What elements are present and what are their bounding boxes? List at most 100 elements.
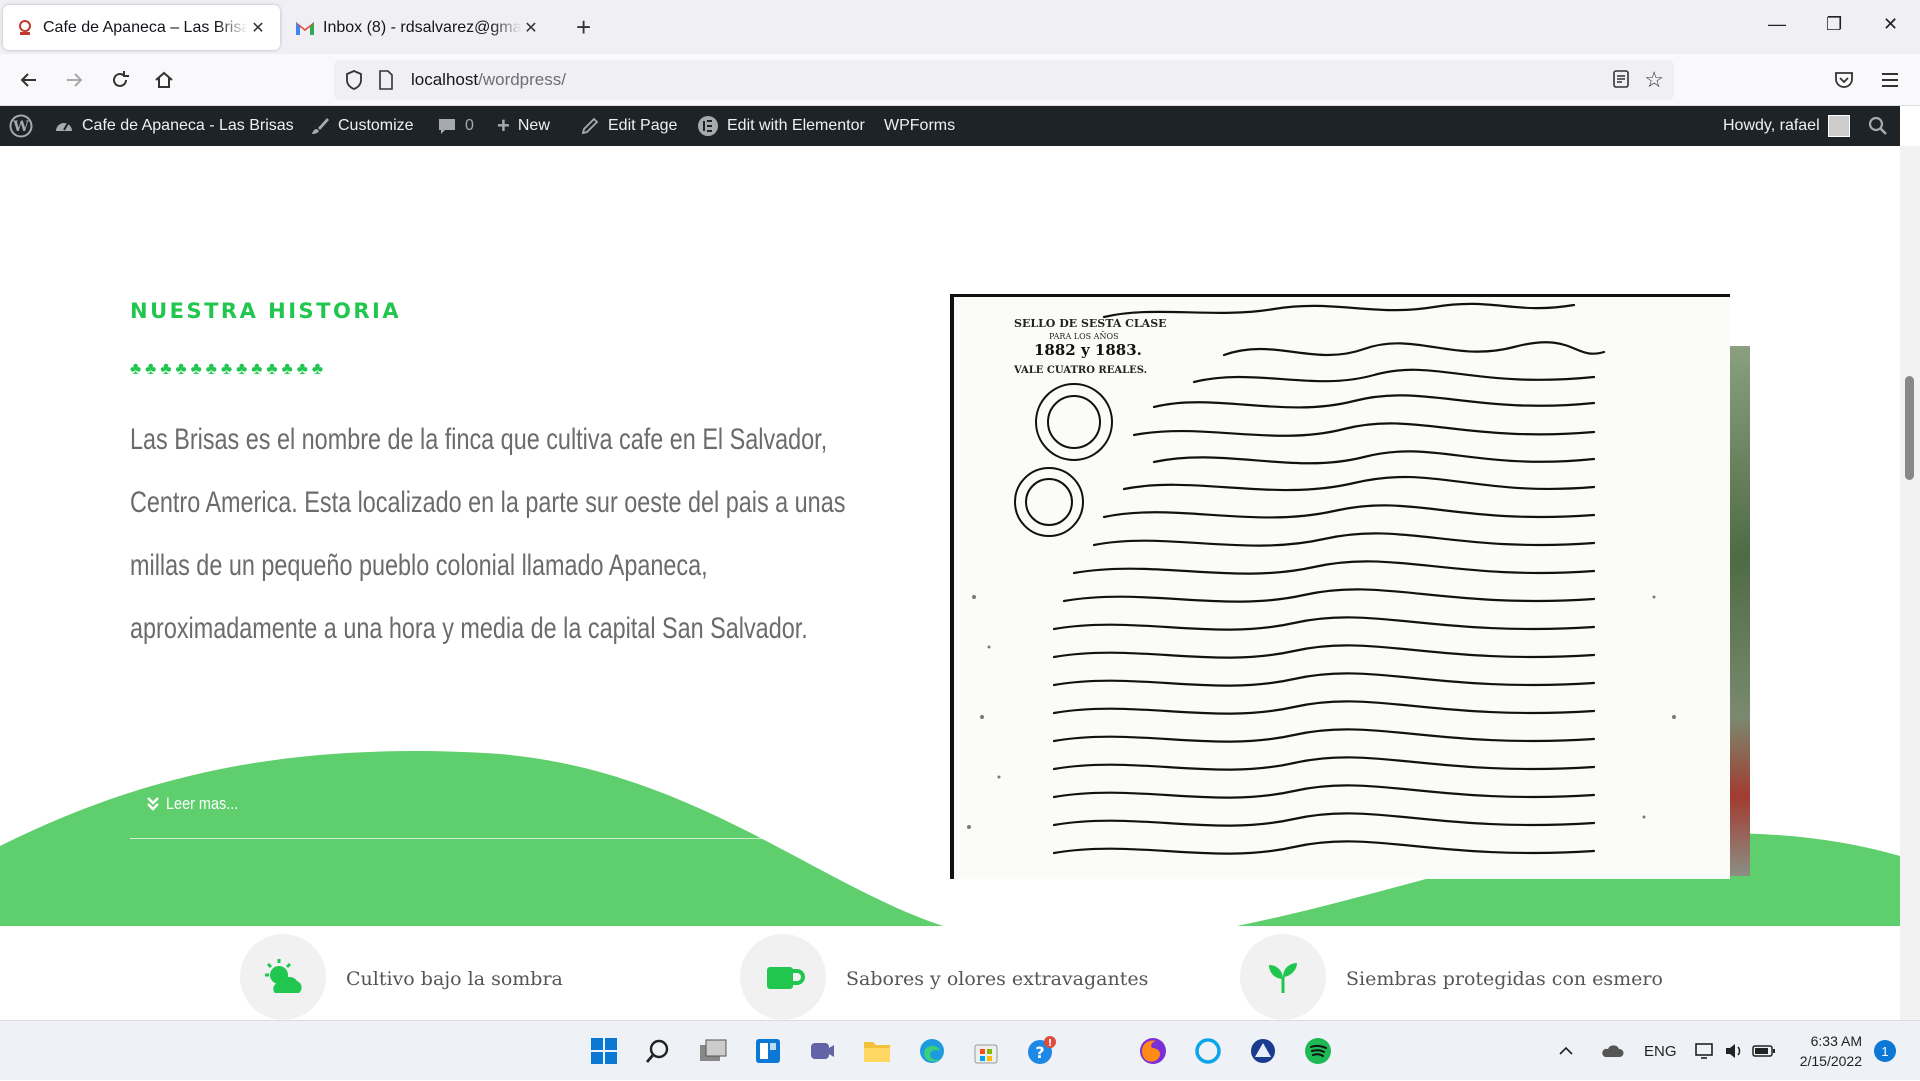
elementor-icon: [697, 115, 719, 137]
search-icon[interactable]: [1868, 106, 1888, 146]
start-icon[interactable]: [588, 1035, 620, 1067]
network-icon[interactable]: [1694, 1021, 1716, 1081]
reader-view-icon[interactable]: [1612, 69, 1630, 94]
minimize-icon[interactable]: —: [1768, 14, 1786, 35]
wpforms-link[interactable]: WPForms: [884, 106, 955, 146]
task-view-icon[interactable]: [697, 1035, 729, 1067]
spotify-icon[interactable]: [1302, 1035, 1334, 1067]
menu-icon[interactable]: [1876, 66, 1904, 94]
file-explorer-icon[interactable]: [861, 1035, 893, 1067]
coffee-cup-icon: [740, 934, 826, 1020]
notification-center-icon[interactable]: 1: [1874, 1021, 1896, 1081]
my-account-link[interactable]: Howdy, rafael: [1723, 106, 1850, 146]
comments-count: 0: [465, 117, 474, 134]
page-viewport: NUESTRA HISTORIA ♣♣♣♣♣♣♣♣♣♣♣♣♣ Las Brisa…: [0, 146, 1900, 1020]
system-clock[interactable]: 6:33 AM 2/15/2022: [1800, 1031, 1862, 1071]
tracking-protection-icon[interactable]: [344, 69, 364, 96]
read-more-label: Leer mas...: [166, 794, 239, 813]
url-text[interactable]: localhost/wordpress/: [411, 70, 566, 90]
tab-cafe-apaneca[interactable]: Cafe de Apaneca – Las Brisas – ✕: [3, 5, 280, 50]
dashboard-icon: [54, 117, 74, 135]
svg-text:VALE CUATRO REALES.: VALE CUATRO REALES.: [1013, 365, 1147, 376]
close-tab-icon[interactable]: ✕: [248, 18, 268, 38]
edit-elementor-label: Edit with Elementor: [727, 117, 865, 134]
sun-cloud-icon: [240, 934, 326, 1020]
site-favicon-icon: [15, 18, 35, 38]
onedrive-icon[interactable]: [1600, 1021, 1624, 1081]
firefox-icon[interactable]: [1137, 1035, 1169, 1067]
new-label: New: [517, 117, 550, 134]
edge-icon[interactable]: [916, 1035, 948, 1067]
story-text: Las Brisas es el nombre de la finca que …: [130, 423, 846, 645]
site-name-link[interactable]: Cafe de Apaneca - Las Brisas: [54, 106, 294, 146]
paintbrush-icon: [310, 116, 330, 136]
vpn-app-icon[interactable]: [1247, 1035, 1279, 1067]
site-name-label: Cafe de Apaneca - Las Brisas: [82, 117, 294, 134]
svg-text:PARA LOS AÑOS: PARA LOS AÑOS: [1049, 332, 1118, 341]
comments-link[interactable]: 0: [437, 106, 474, 146]
avatar: [1827, 115, 1850, 137]
sprout-icon: [1240, 934, 1326, 1020]
reload-icon[interactable]: [106, 66, 134, 94]
forward-icon[interactable]: [60, 66, 88, 94]
volume-icon[interactable]: [1724, 1021, 1744, 1081]
feature-item: Sabores y olores extravagantes: [740, 934, 1148, 1020]
plus-icon: +: [497, 113, 510, 138]
tree-divider: ♣♣♣♣♣♣♣♣♣♣♣♣♣: [130, 359, 328, 378]
pencil-icon: [580, 116, 600, 136]
svg-text:SELLO DE SESTA CLASE: SELLO DE SESTA CLASE: [1014, 317, 1167, 330]
howdy-label: Howdy, rafael: [1723, 117, 1820, 134]
wordpress-logo-icon[interactable]: W: [9, 106, 33, 146]
new-content-link[interactable]: + New: [497, 106, 550, 146]
section-heading: NUESTRA HISTORIA: [130, 299, 402, 323]
tab-title: Inbox (8) - rdsalvarez@gmail.com: [323, 18, 521, 36]
svg-text:?: ?: [1035, 1043, 1044, 1062]
feature-label: Siembras protegidas con esmero: [1346, 968, 1663, 990]
help-icon[interactable]: ?!: [1025, 1035, 1057, 1067]
svg-text:W: W: [12, 119, 29, 135]
edit-page-label: Edit Page: [608, 117, 678, 134]
svg-text:1882 y 1883.: 1882 y 1883.: [1034, 341, 1142, 359]
url-bar[interactable]: localhost/wordpress/ ☆: [334, 60, 1674, 100]
cortana-icon[interactable]: [1192, 1035, 1224, 1067]
back-icon[interactable]: [15, 66, 43, 94]
clock-time: 6:33 AM: [1810, 1033, 1862, 1049]
microsoft-store-icon[interactable]: [970, 1035, 1002, 1067]
bookmark-star-icon[interactable]: ☆: [1644, 67, 1664, 93]
url-host: localhost: [411, 70, 479, 89]
feature-item: Siembras protegidas con esmero: [1240, 934, 1663, 1020]
store-badge: !: [1048, 1038, 1053, 1049]
home-icon[interactable]: [150, 66, 178, 94]
feature-label: Sabores y olores extravagantes: [846, 968, 1149, 990]
scrollbar-thumb[interactable]: [1905, 376, 1914, 480]
close-tab-icon[interactable]: ✕: [521, 18, 541, 38]
pocket-icon[interactable]: [1830, 66, 1858, 94]
new-tab-icon[interactable]: +: [576, 14, 591, 40]
story-paragraph: Las Brisas es el nombre de la finca que …: [130, 408, 860, 660]
url-path: /wordpress/: [478, 70, 566, 89]
edit-elementor-link[interactable]: Edit with Elementor: [697, 106, 865, 146]
features-row: Cultivo bajo la sombra Sabores y olores …: [0, 926, 1900, 1020]
read-more-link[interactable]: Leer mas...: [146, 794, 251, 814]
window-close-icon[interactable]: ✕: [1883, 14, 1898, 35]
language-indicator[interactable]: ENG: [1644, 1021, 1677, 1081]
customize-link[interactable]: Customize: [310, 106, 414, 146]
restore-icon[interactable]: ❐: [1826, 14, 1842, 35]
search-icon[interactable]: [642, 1035, 674, 1067]
notification-count: 1: [1874, 1040, 1896, 1062]
clock-date: 2/15/2022: [1799, 1053, 1862, 1069]
show-hidden-icons[interactable]: [1558, 1021, 1574, 1081]
wpforms-label: WPForms: [884, 117, 956, 134]
feature-item: Cultivo bajo la sombra: [240, 934, 563, 1020]
comment-bubble-icon: [437, 116, 457, 136]
teams-chat-icon[interactable]: [806, 1035, 838, 1067]
customize-label: Customize: [338, 117, 414, 134]
battery-icon[interactable]: [1752, 1021, 1776, 1081]
browser-navigation-bar: localhost/wordpress/ ☆: [0, 54, 1920, 106]
chevron-double-down-icon: [147, 797, 159, 811]
tab-gmail-inbox[interactable]: Inbox (8) - rdsalvarez@gmail.com ✕: [283, 5, 553, 50]
widgets-icon[interactable]: [752, 1035, 784, 1067]
page-scrollbar[interactable]: [1900, 146, 1920, 1020]
edit-page-link[interactable]: Edit Page: [580, 106, 677, 146]
page-info-icon[interactable]: [378, 70, 394, 95]
